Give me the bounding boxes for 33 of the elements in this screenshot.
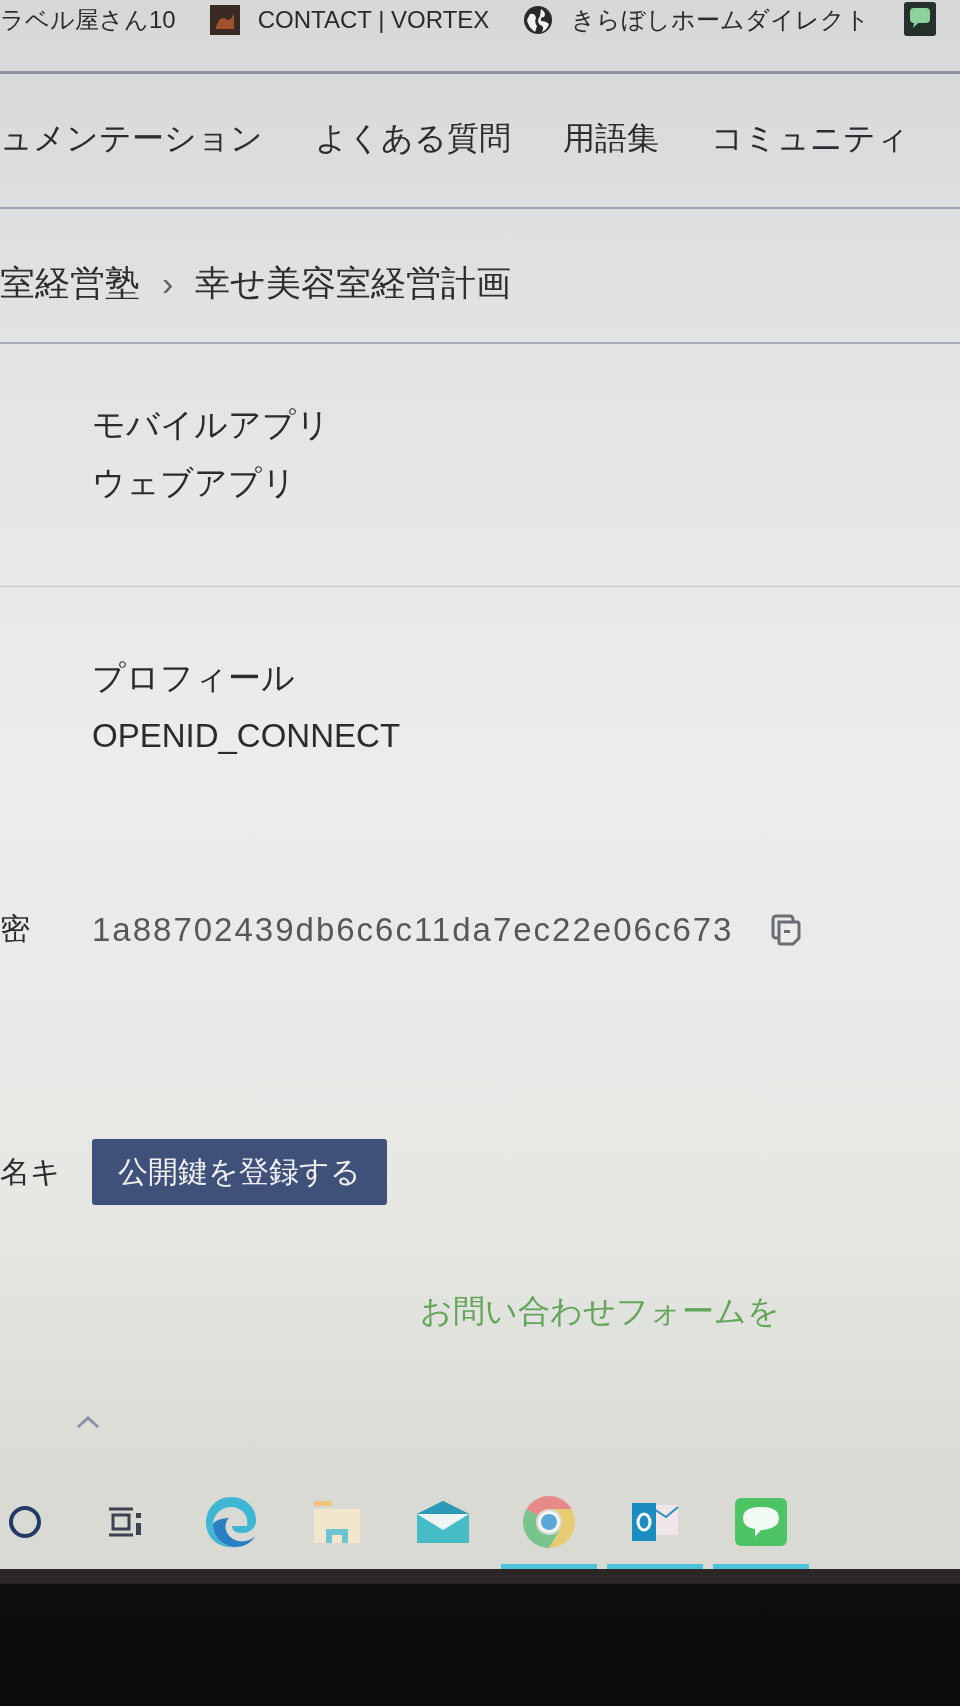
nav-link[interactable]: 用語集 bbox=[563, 116, 659, 161]
swirl-icon bbox=[205, 1496, 257, 1548]
bookmark-link[interactable] bbox=[904, 2, 937, 36]
field-value: ウェブアプリ bbox=[92, 463, 296, 503]
nav-link[interactable]: ュメンテーション bbox=[0, 116, 263, 161]
field-value: OPENID_CONNECT bbox=[92, 716, 401, 756]
envelope-icon bbox=[416, 1500, 470, 1544]
window-stack-icon bbox=[107, 1505, 143, 1539]
caret-up-button[interactable] bbox=[76, 1415, 100, 1429]
chat-bubble-icon bbox=[904, 2, 937, 36]
breadcrumb-separator: › bbox=[162, 264, 174, 303]
register-key-button[interactable]: 公開鍵を登録する bbox=[92, 1139, 387, 1205]
breadcrumb-link[interactable]: 幸せ美容室経営計画 bbox=[195, 260, 512, 307]
tricolor-circle-icon bbox=[522, 1495, 576, 1549]
field-label: 名キ bbox=[0, 1153, 61, 1190]
nav-link[interactable]: コミュニティ bbox=[711, 116, 909, 161]
field-value: プロフィール bbox=[92, 658, 295, 698]
bookmark-link[interactable]: ラベル屋さん10 bbox=[0, 2, 176, 38]
secret-value: 1a88702439db6c6c11da7ec22e06c673 bbox=[92, 910, 734, 949]
circle-icon bbox=[8, 1505, 42, 1539]
caret-up-icon bbox=[76, 1415, 100, 1429]
globe-icon bbox=[523, 5, 554, 35]
folder-icon bbox=[312, 1499, 362, 1545]
thumbnail-icon bbox=[209, 5, 240, 35]
breadcrumb-link[interactable]: 室経営塾 bbox=[0, 260, 140, 307]
field-value: モバイルアプリ bbox=[92, 405, 330, 445]
copy-button[interactable] bbox=[771, 913, 802, 946]
nav-link[interactable]: よくある質問 bbox=[315, 116, 511, 161]
bookmark-link[interactable]: CONTACT | VORTEX bbox=[209, 2, 490, 38]
bookmark-link[interactable]: きらぼしホームダイレクト bbox=[523, 2, 871, 38]
speech-bubble-icon bbox=[735, 1498, 787, 1546]
copy-icon bbox=[771, 913, 802, 946]
field-label: 密 bbox=[0, 911, 30, 947]
